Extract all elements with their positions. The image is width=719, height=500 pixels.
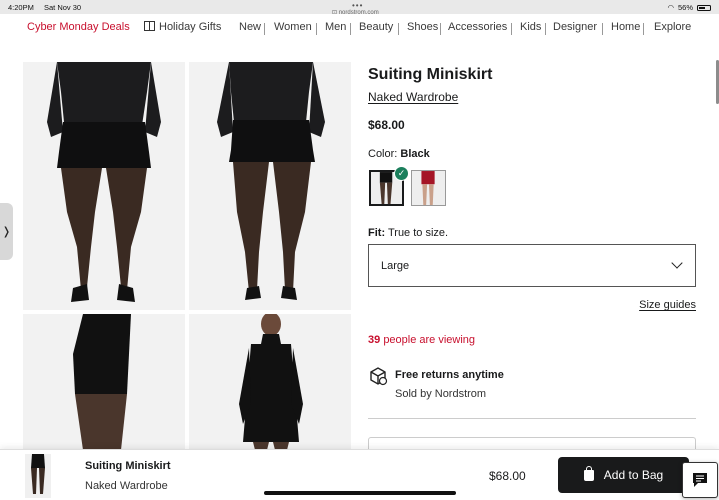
size-select[interactable]: Large (368, 244, 696, 287)
status-date: Sat Nov 30 (44, 3, 82, 12)
model-side-image (23, 314, 185, 450)
wifi-icon: ◠ (667, 3, 674, 12)
sold-by: Sold by Nordstrom (395, 388, 487, 400)
color-value: Black (400, 148, 430, 160)
product-title: Suiting Miniskirt (368, 66, 493, 83)
top-nav: Cyber Monday Deals Holiday Gifts New Wom… (0, 14, 719, 40)
viewing-count: 39 (368, 334, 381, 346)
returns-box-icon (370, 367, 388, 386)
nav-shoes[interactable]: Shoes (407, 21, 438, 33)
size-selected-value: Large (381, 260, 410, 272)
size-guides-link[interactable]: Size guides (639, 299, 696, 311)
battery-icon (697, 4, 711, 11)
chevron-down-icon (671, 257, 683, 269)
product-image-side[interactable] (23, 314, 185, 450)
sidebar-toggle-chevron-icon[interactable]: ❭ (0, 203, 13, 260)
nav-divider (440, 23, 441, 35)
product-image-full[interactable] (189, 314, 351, 450)
product-image-front[interactable] (23, 62, 185, 310)
model-back-image (189, 62, 351, 310)
model-full-image (189, 314, 351, 450)
shopping-bag-icon (583, 465, 594, 481)
product-image-back[interactable] (189, 62, 351, 310)
nav-cyber-monday-deals[interactable]: Cyber Monday Deals (27, 21, 130, 33)
nav-divider (643, 23, 644, 35)
status-right: ◠ 56% (667, 3, 711, 12)
nav-new[interactable]: New (239, 21, 261, 33)
nav-designer[interactable]: Designer (553, 21, 597, 33)
gift-icon (144, 21, 155, 31)
nav-explore[interactable]: Explore (654, 21, 691, 33)
nav-divider (602, 23, 603, 35)
bottom-bar-title: Suiting Miniskirt (85, 460, 171, 472)
chat-bubble-icon (693, 473, 707, 487)
model-front-image (23, 62, 185, 310)
swatch-red-image (412, 171, 445, 205)
nav-divider (316, 23, 317, 35)
viewing-count-alert: 39 people are viewing (368, 334, 476, 346)
nav-accessories[interactable]: Accessories (448, 21, 507, 33)
battery-percent: 56% (677, 3, 693, 12)
fit-info: Fit: True to size. (368, 227, 449, 239)
product-price: $68.00 (368, 118, 405, 132)
product-thumbnail (25, 454, 51, 498)
returns-title: Free returns anytime (395, 369, 504, 381)
brand-link[interactable]: Naked Wardrobe (368, 90, 458, 104)
nav-divider (545, 23, 546, 35)
color-swatch-red[interactable] (411, 170, 446, 206)
nav-holiday-gifts[interactable]: Holiday Gifts (144, 21, 221, 33)
thumbnail-image (25, 454, 51, 498)
nav-home[interactable]: Home (611, 21, 640, 33)
selected-check-icon: ✓ (394, 166, 409, 181)
nav-men[interactable]: Men (325, 21, 346, 33)
nav-kids[interactable]: Kids (520, 21, 541, 33)
nav-divider (398, 23, 399, 35)
home-indicator[interactable] (264, 491, 456, 495)
status-bar: 4:20PM Sat Nov 30 ••• ⊡ nordstrom.com ◠ … (0, 0, 719, 16)
nav-divider (264, 23, 265, 35)
bottom-bar-brand: Naked Wardrobe (85, 480, 168, 492)
nav-beauty[interactable]: Beauty (359, 21, 393, 33)
divider (368, 418, 696, 419)
add-to-bag-button[interactable]: Add to Bag (558, 457, 689, 493)
color-label: Color: Black (368, 148, 430, 160)
nav-divider (511, 23, 512, 35)
status-time: 4:20PM (8, 3, 34, 12)
chat-button[interactable] (682, 462, 718, 498)
nav-women[interactable]: Women (274, 21, 312, 33)
bottom-bar-price: $68.00 (489, 469, 526, 483)
nav-divider (350, 23, 351, 35)
